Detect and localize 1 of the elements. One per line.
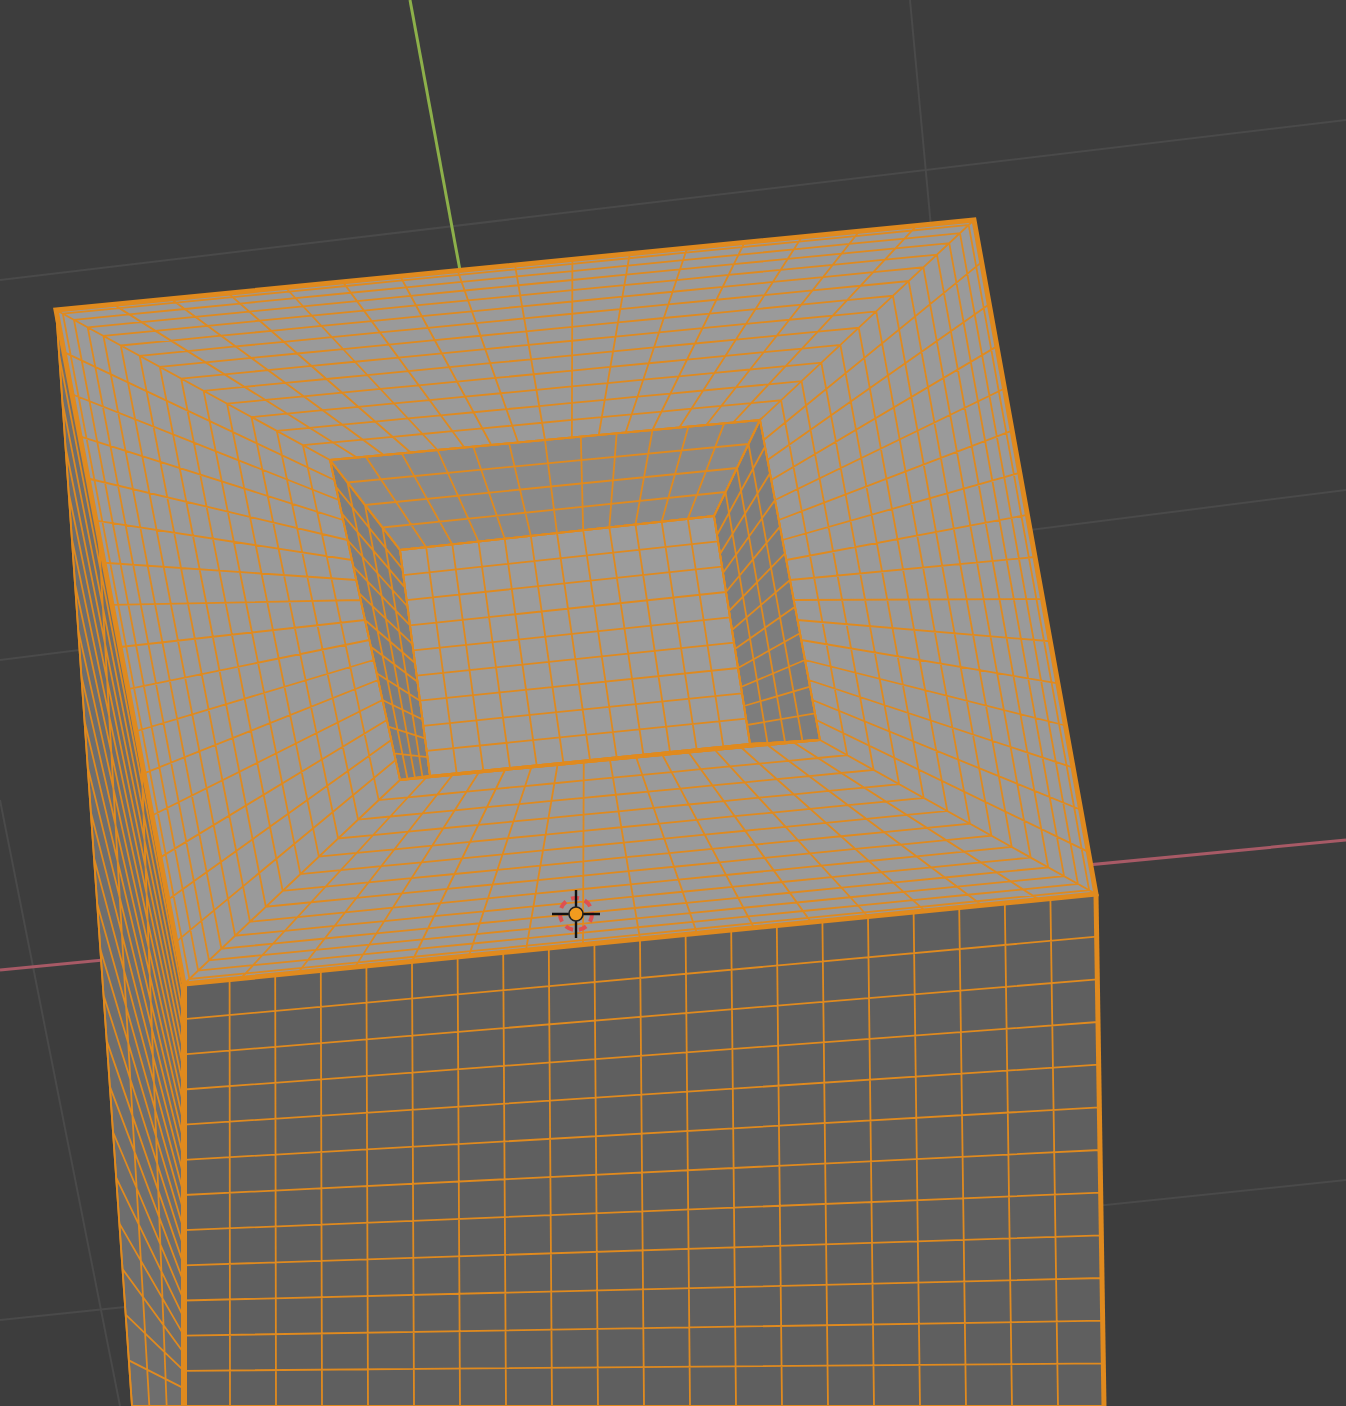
3d-cursor-icon [552,890,600,938]
